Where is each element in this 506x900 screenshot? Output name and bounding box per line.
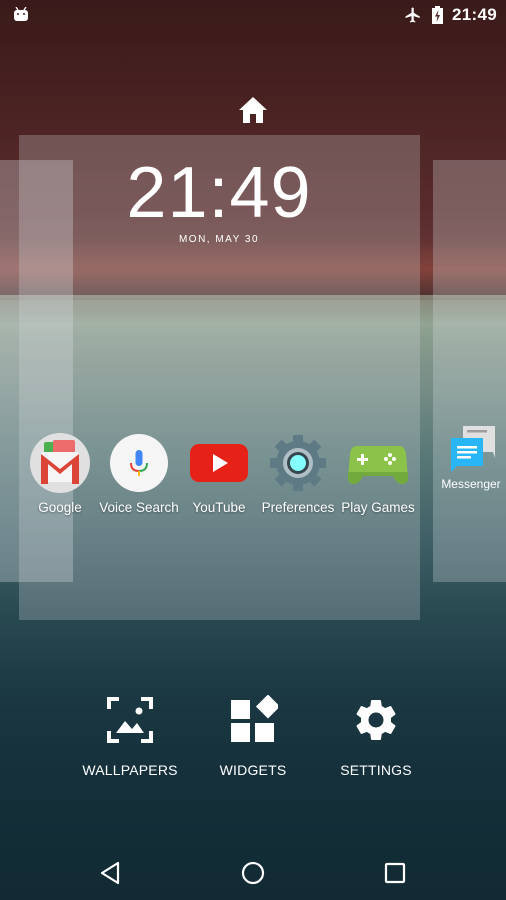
widgets-button[interactable]: WIDGETS (193, 694, 313, 778)
settings-label: SETTINGS (340, 762, 412, 778)
status-bar: 21:49 (0, 0, 506, 30)
app-label: Google (38, 500, 82, 515)
app-label: YouTube (192, 500, 246, 515)
app-label: Preferences (261, 500, 335, 515)
gmail-folder-icon (29, 432, 91, 494)
wallpapers-label: WALLPAPERS (82, 762, 178, 778)
app-preferences[interactable]: Preferences (258, 432, 338, 515)
battery-charging-icon (432, 6, 443, 24)
airplane-mode-icon (405, 7, 420, 23)
recents-icon[interactable] (380, 858, 410, 888)
gamepad-icon (347, 432, 409, 494)
app-play-games[interactable]: Play Games (338, 432, 418, 515)
app-google[interactable]: Google (20, 432, 100, 515)
workspace-page-right[interactable] (433, 160, 506, 582)
settings-icon (356, 699, 396, 740)
app-voice-search[interactable]: Voice Search (99, 432, 179, 515)
android-debug-icon (14, 7, 28, 21)
settings-gear-icon (267, 432, 329, 494)
wallpapers-button[interactable]: WALLPAPERS (70, 695, 190, 778)
home-circle-icon[interactable] (238, 858, 268, 888)
navigation-bar (0, 848, 506, 896)
status-time: 21:49 (452, 5, 497, 24)
wallpaper-icon (107, 697, 153, 743)
app-messenger[interactable]: Messenger (436, 422, 506, 491)
settings-button[interactable]: SETTINGS (316, 695, 436, 778)
app-label: Messenger (441, 477, 501, 491)
app-label: Play Games (341, 500, 415, 515)
home-icon[interactable] (238, 96, 268, 124)
clock-widget-date: MON, MAY 30 (178, 234, 260, 245)
messenger-icon (451, 426, 495, 472)
widgets-icon (231, 694, 280, 742)
widgets-label: WIDGETS (219, 762, 287, 778)
app-label: Voice Search (99, 500, 179, 515)
back-icon[interactable] (97, 858, 127, 888)
youtube-icon (188, 432, 250, 494)
app-youtube[interactable]: YouTube (179, 432, 259, 515)
microphone-icon (108, 432, 170, 494)
clock-widget-time[interactable]: 21:49 (0, 152, 438, 234)
